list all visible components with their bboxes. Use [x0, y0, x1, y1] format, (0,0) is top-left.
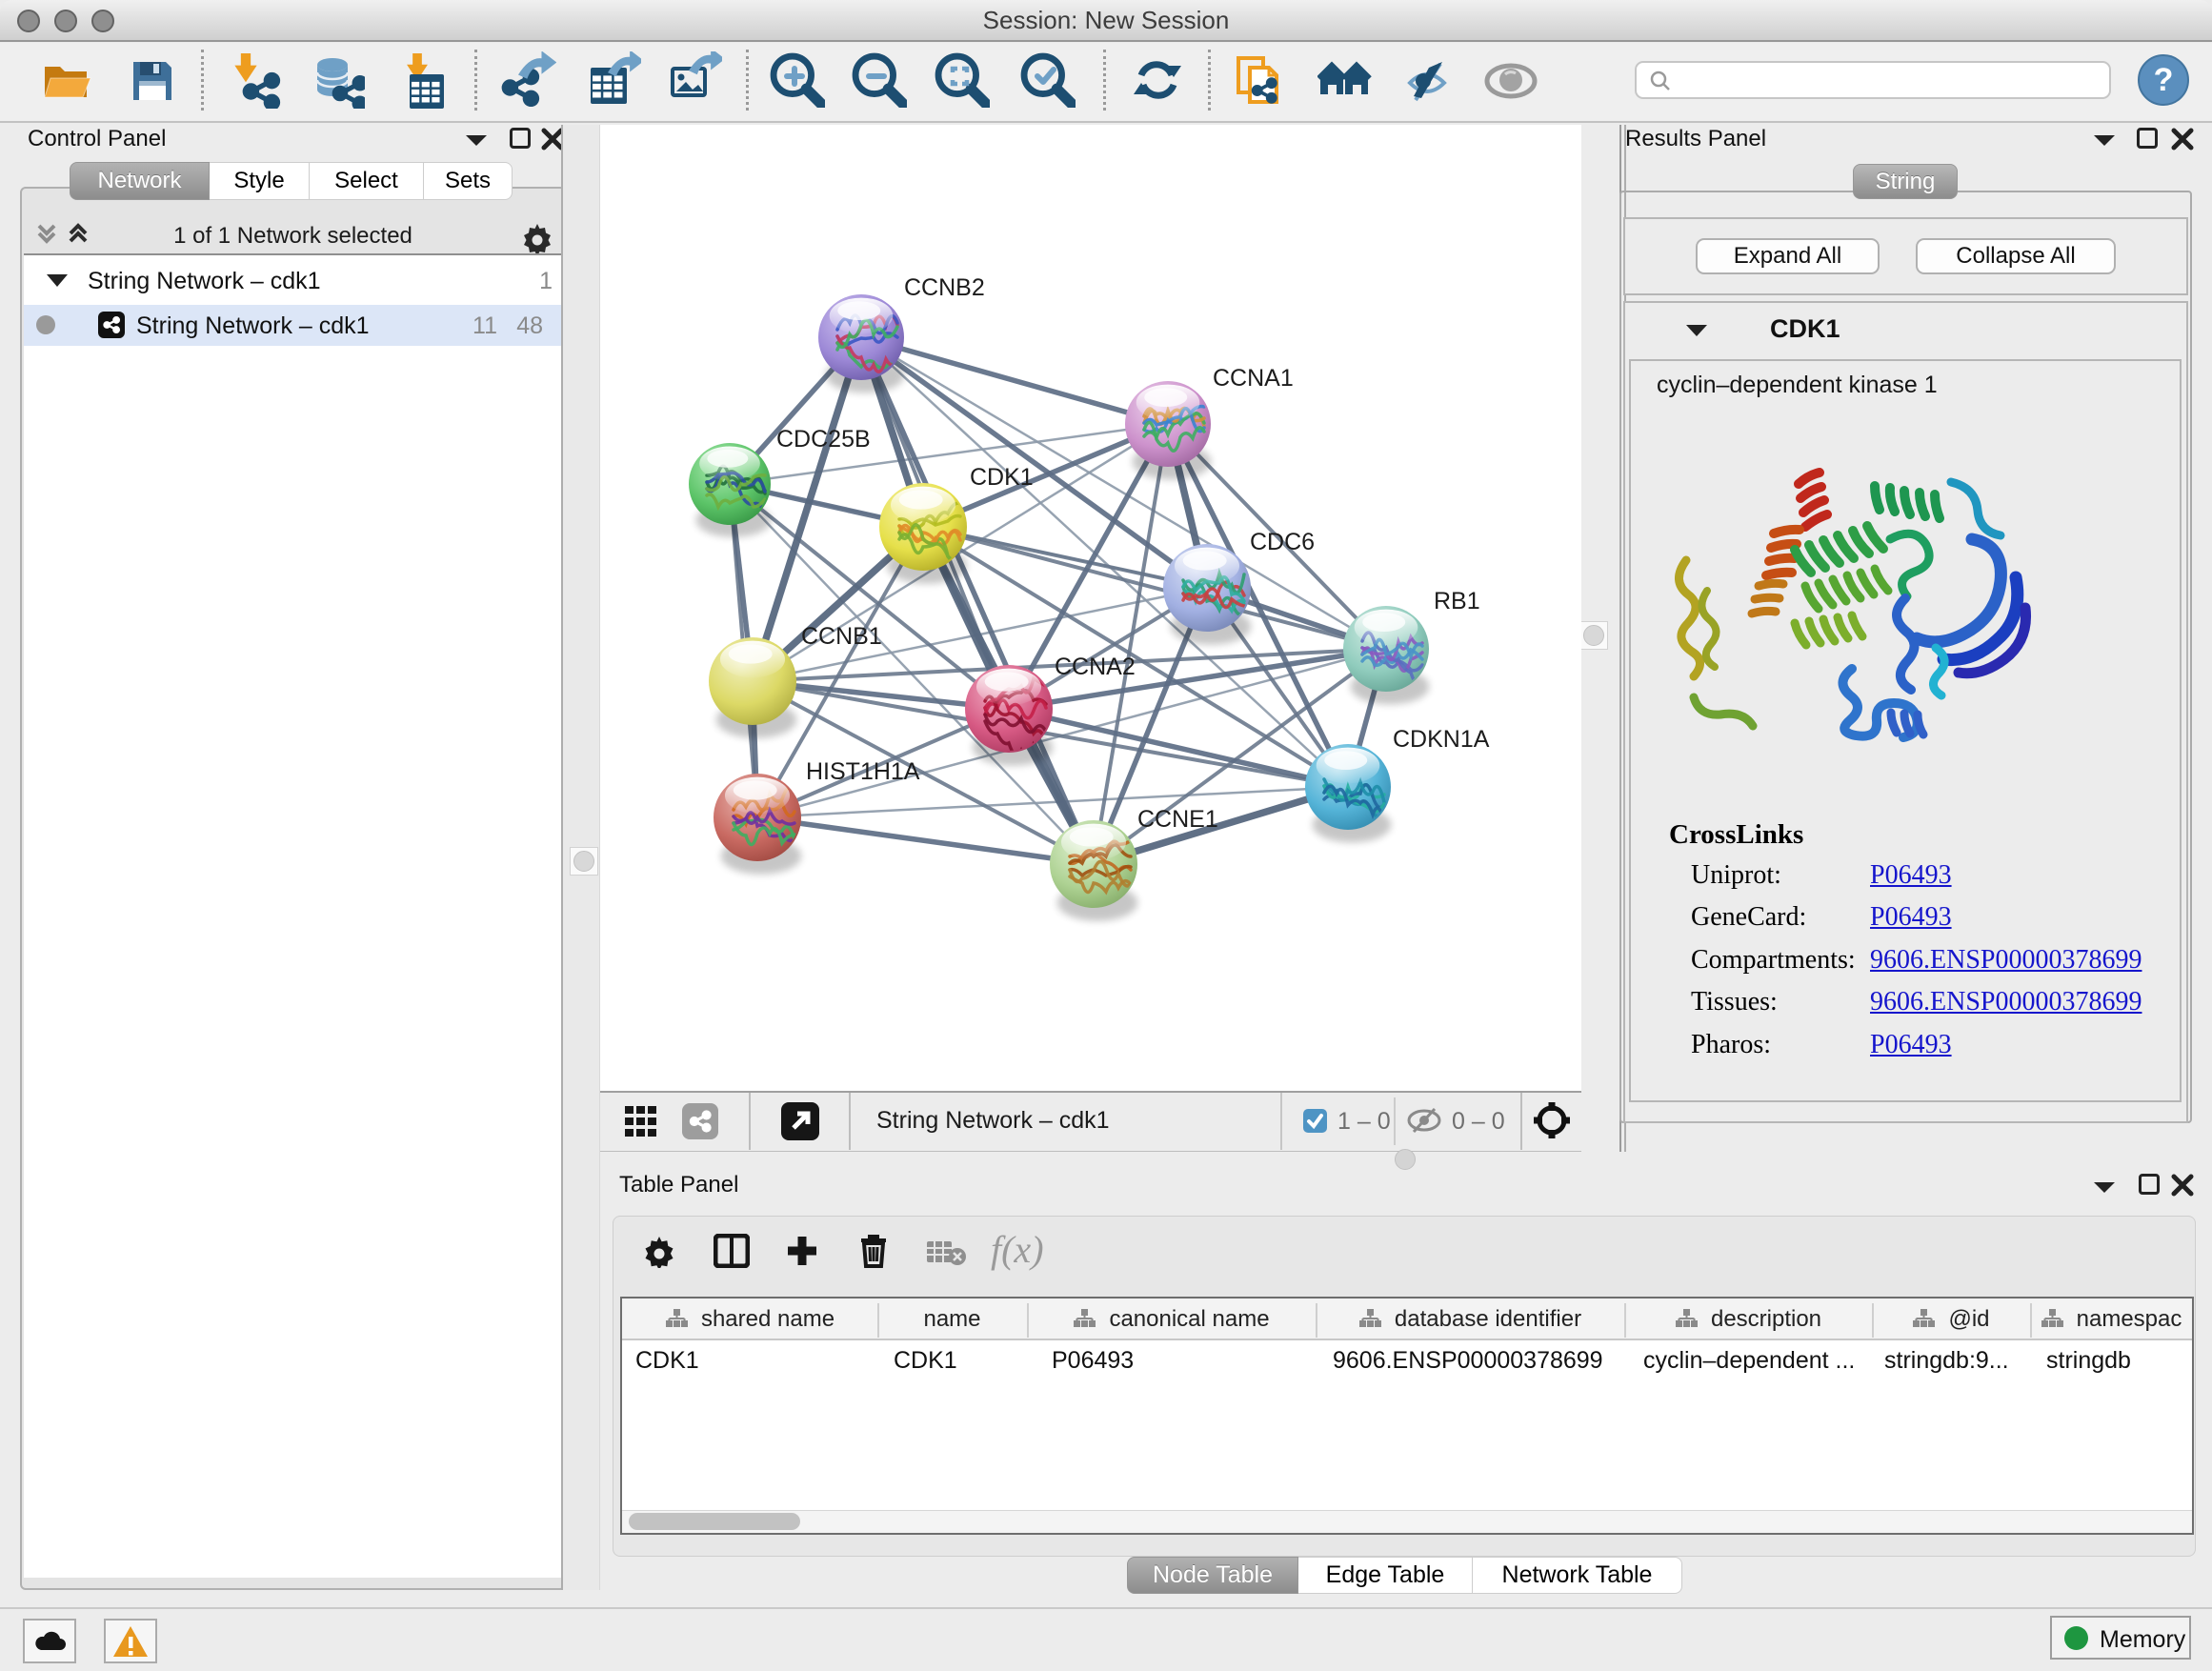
svg-text:CCNB2: CCNB2 [904, 274, 985, 301]
svg-text:CCNE1: CCNE1 [1137, 806, 1218, 833]
svg-text:CDC25B: CDC25B [776, 426, 871, 453]
svg-text:CCNA1: CCNA1 [1213, 365, 1294, 392]
svg-text:HIST1H1A: HIST1H1A [806, 758, 920, 785]
svg-text:CDC6: CDC6 [1250, 529, 1315, 555]
svg-text:CCNB1: CCNB1 [801, 623, 882, 650]
svg-text:CDKN1A: CDKN1A [1393, 726, 1490, 753]
svg-text:CDK1: CDK1 [970, 464, 1034, 491]
svg-text:RB1: RB1 [1434, 588, 1480, 614]
svg-text:CCNA2: CCNA2 [1055, 654, 1136, 680]
